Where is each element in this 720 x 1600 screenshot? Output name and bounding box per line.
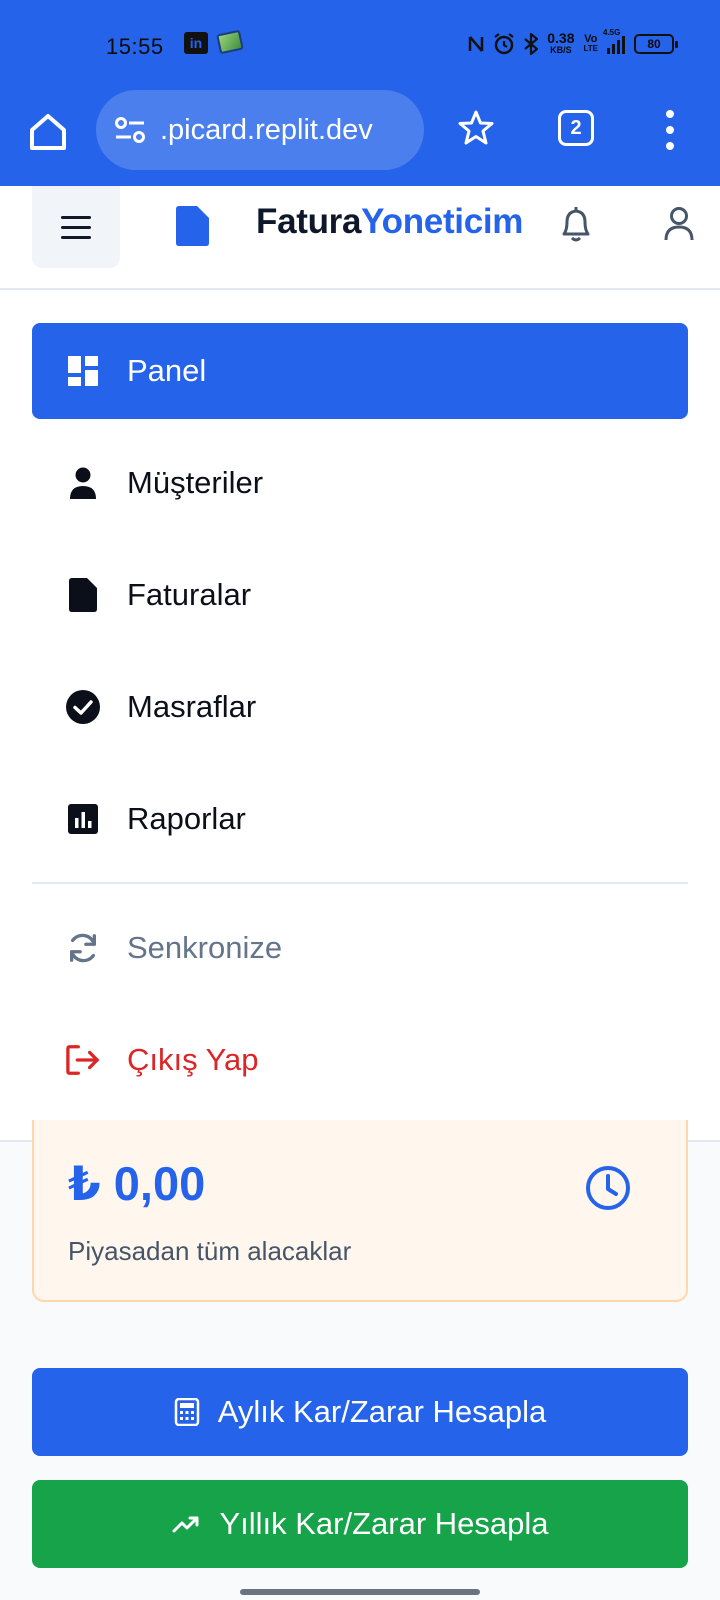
home-icon[interactable] [26,110,70,154]
nav-item-logout[interactable]: Çıkış Yap [32,1012,688,1108]
document-logo-icon [176,206,209,246]
gallery-icon [216,29,244,55]
logout-icon [66,1043,100,1077]
browser-toolbar: .picard.replit.dev 2 [0,88,720,186]
bar-chart-icon [66,802,100,836]
nav-label: Faturalar [127,577,252,612]
sync-label: Senkronize [127,930,283,965]
nav-item-faturalar[interactable]: Faturalar [32,547,688,643]
linkedin-icon: in [184,32,208,54]
volte-indicator: Vo LTE [583,32,598,53]
calculator-icon [174,1398,199,1426]
document-icon [66,578,100,612]
site-settings-icon[interactable] [114,116,146,144]
nav-item-raporlar[interactable]: Raporlar [32,771,688,867]
logout-label: Çıkış Yap [127,1042,259,1077]
user-icon [66,466,100,500]
tab-switcher-button[interactable]: 2 [558,110,594,146]
monthly-button-label: Aylık Kar/Zarar Hesapla [217,1394,547,1429]
dashboard-icon [66,354,100,388]
app-header: FaturaYoneticim [0,186,720,290]
url-text[interactable]: .picard.replit.dev [160,114,373,147]
hamburger-menu-button[interactable] [32,186,120,268]
address-bar[interactable]: .picard.replit.dev [96,90,424,170]
alarm-icon [494,32,514,54]
navigation-drawer: Panel Müşteriler Faturalar Masraflar Rap… [0,290,720,1142]
nav-item-panel[interactable]: Panel [32,323,688,419]
menu-divider [32,882,688,884]
monthly-profit-loss-button[interactable]: Aylık Kar/Zarar Hesapla [32,1368,688,1456]
yearly-button-label: Yıllık Kar/Zarar Hesapla [219,1506,549,1541]
battery-icon: 80 [634,33,678,54]
receivables-card: ₺ 0,00 Piyasadan tüm alacaklar [32,1120,688,1302]
bluetooth-icon [524,32,539,55]
nav-item-musteriler[interactable]: Müşteriler [32,435,688,531]
trending-up-icon [172,1516,199,1533]
nav-label: Panel [127,353,207,388]
nav-label: Raporlar [127,801,246,836]
system-icons: 0.38 KB/S Vo LTE 4.5G 80 [468,28,678,55]
bell-icon[interactable] [558,204,594,244]
nav-item-masraflar[interactable]: Masraflar [32,659,688,755]
status-time: 15:55 [106,34,164,59]
check-circle-icon [66,690,100,724]
user-profile-icon[interactable] [664,206,694,242]
notification-icons: in [184,29,244,55]
nav-item-sync[interactable]: Senkronize [32,900,688,996]
nav-label: Masraflar [127,689,257,724]
receivables-description: Piyasadan tüm alacaklar [68,1236,352,1266]
network-speed: 0.38 KB/S [547,30,575,55]
clock-icon [586,1166,630,1210]
bookmark-star-icon[interactable] [456,108,496,148]
yearly-profit-loss-button[interactable]: Yıllık Kar/Zarar Hesapla [32,1480,688,1568]
receivables-amount: ₺ 0,00 [68,1157,206,1210]
gesture-home-bar[interactable] [240,1589,480,1595]
nfc-icon [468,35,484,52]
brand-title[interactable]: FaturaYoneticim [256,202,523,242]
signal-icon: 4.5G [603,28,625,54]
sync-icon [66,931,100,965]
nav-label: Müşteriler [127,465,264,500]
browser-menu-icon[interactable] [662,110,678,150]
status-bar: 15:55 in 0.38 KB/S Vo LTE 4.5G 80 [0,0,720,88]
